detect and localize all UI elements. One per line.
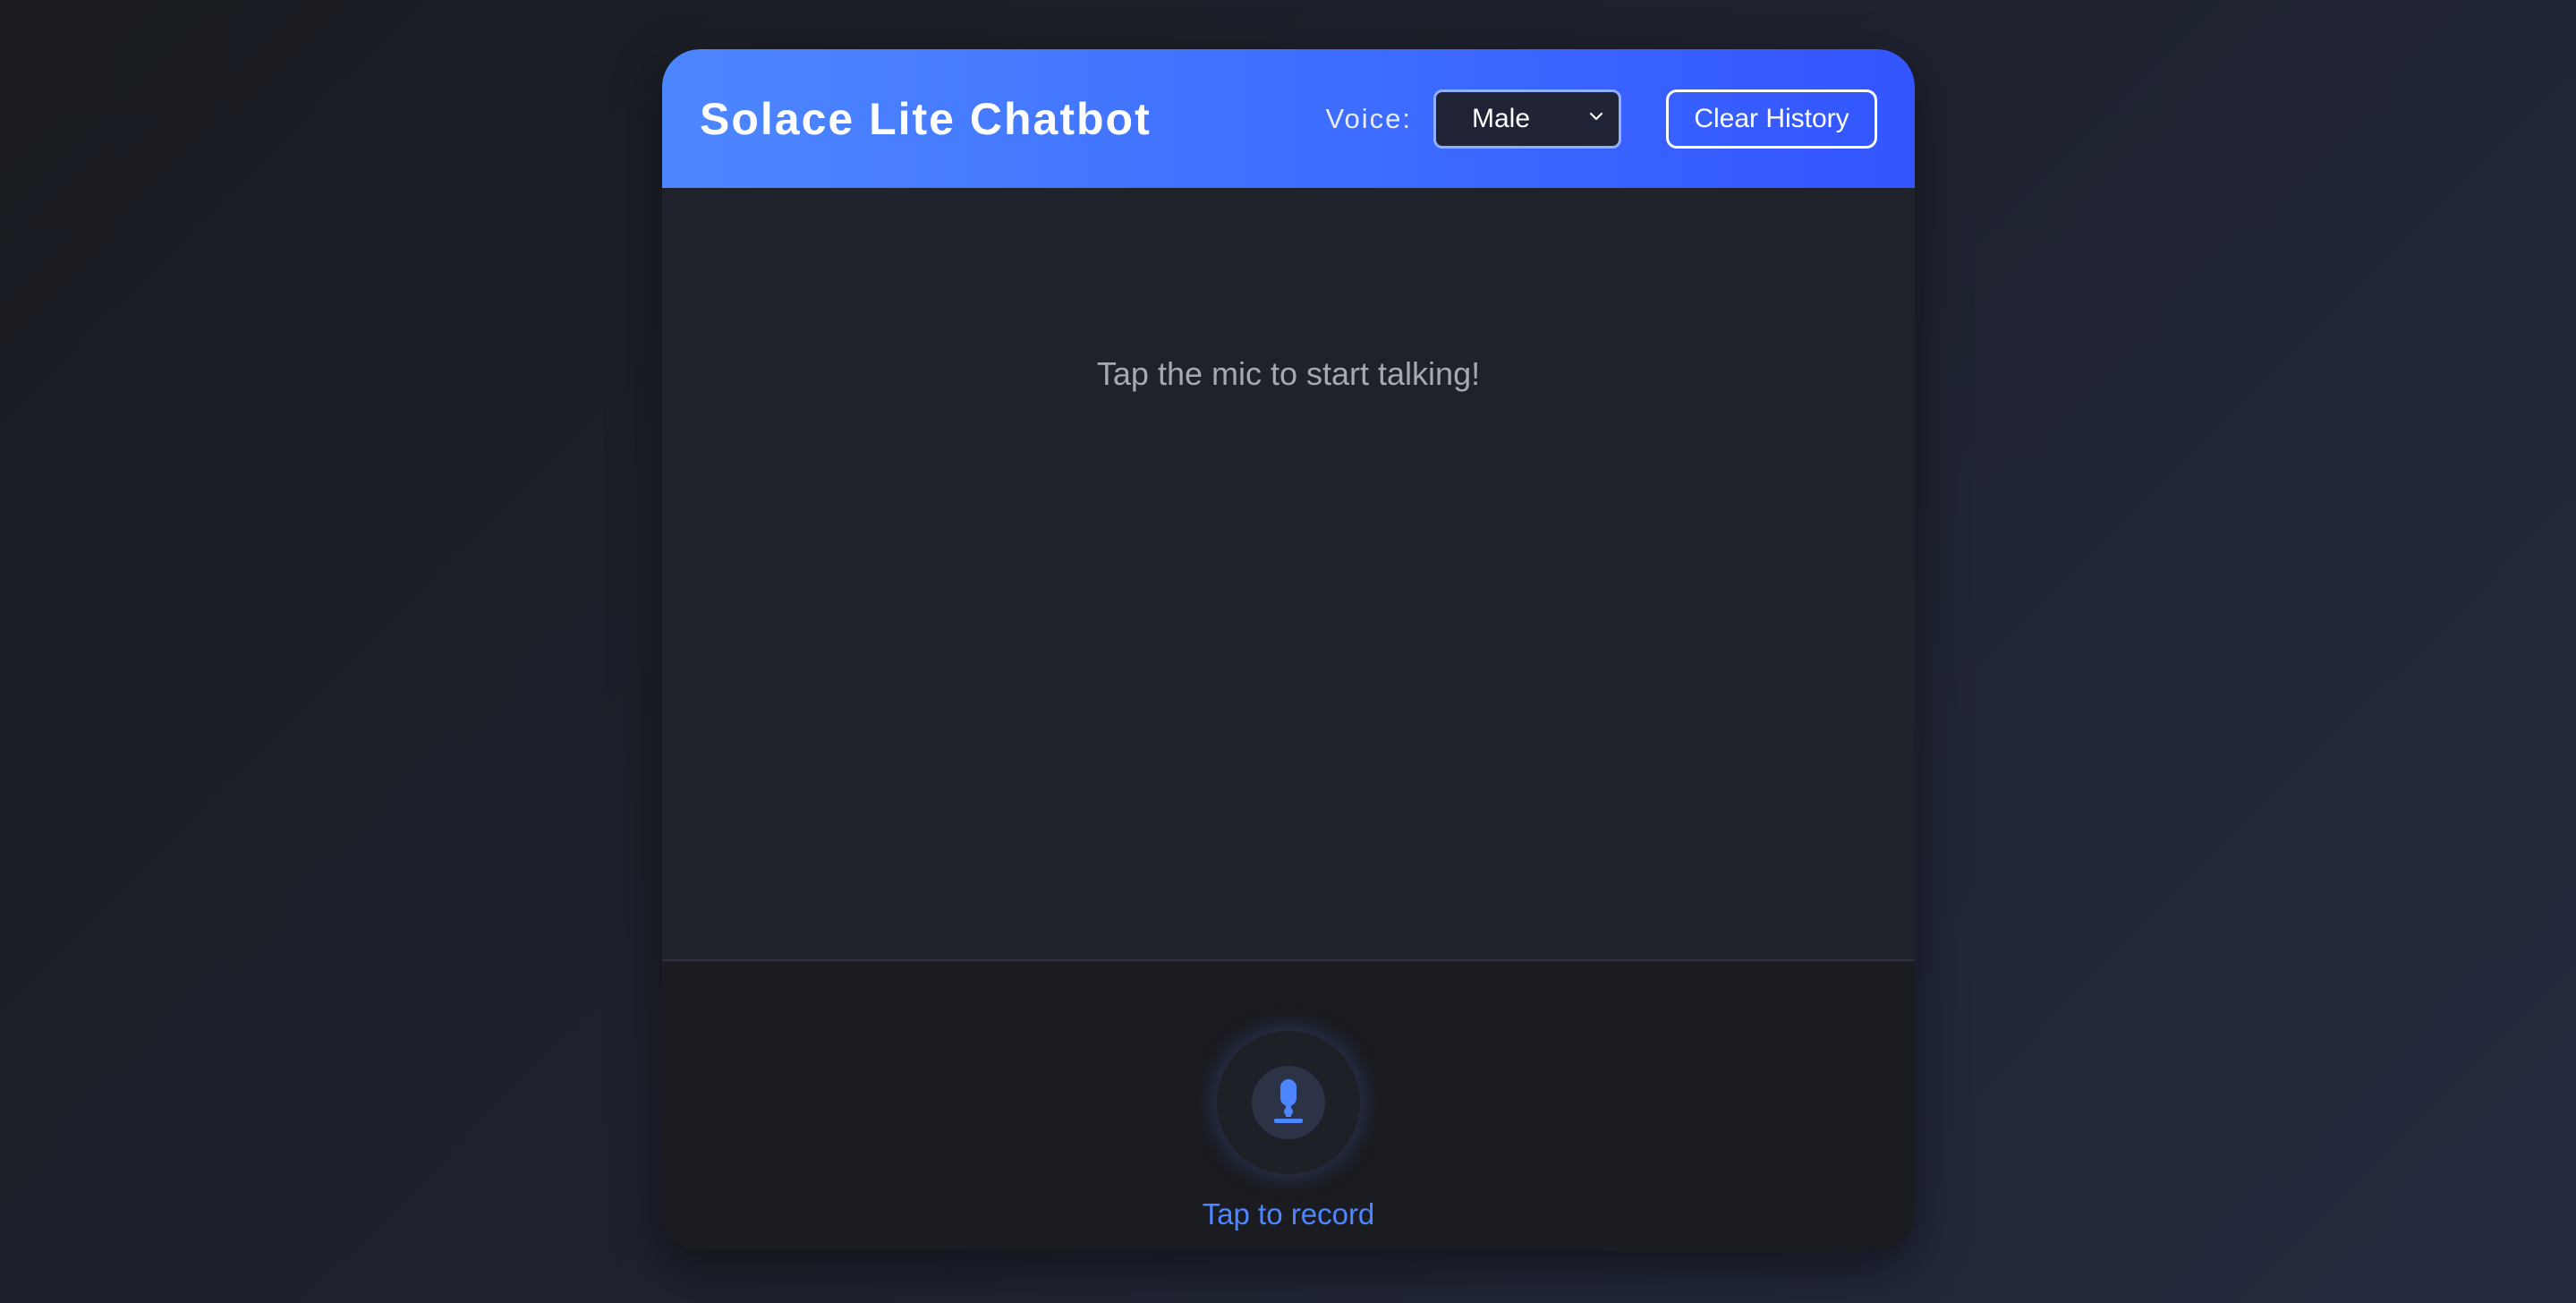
chevron-down-icon <box>1589 112 1603 120</box>
chat-messages-area: Tap the mic to start talking! <box>662 188 1915 961</box>
clear-history-button[interactable]: Clear History <box>1666 89 1877 149</box>
record-button[interactable] <box>1214 1028 1363 1177</box>
app-title: Solace Lite Chatbot <box>700 93 1152 144</box>
voice-label: Voice: <box>1325 102 1412 134</box>
empty-state-message: Tap the mic to start talking! <box>1096 355 1481 392</box>
record-label: Tap to record <box>1202 1197 1375 1231</box>
mic-button-inner <box>1252 1066 1325 1139</box>
app-header: Solace Lite Chatbot Voice: Male Clear Hi… <box>662 49 1915 188</box>
voice-select[interactable]: Male <box>1433 89 1621 149</box>
microphone-icon <box>1274 1079 1303 1123</box>
recorder-panel: Tap to record <box>662 961 1915 1250</box>
voice-selected-value: Male <box>1472 103 1531 133</box>
chat-card: Solace Lite Chatbot Voice: Male Clear Hi… <box>662 49 1915 1250</box>
